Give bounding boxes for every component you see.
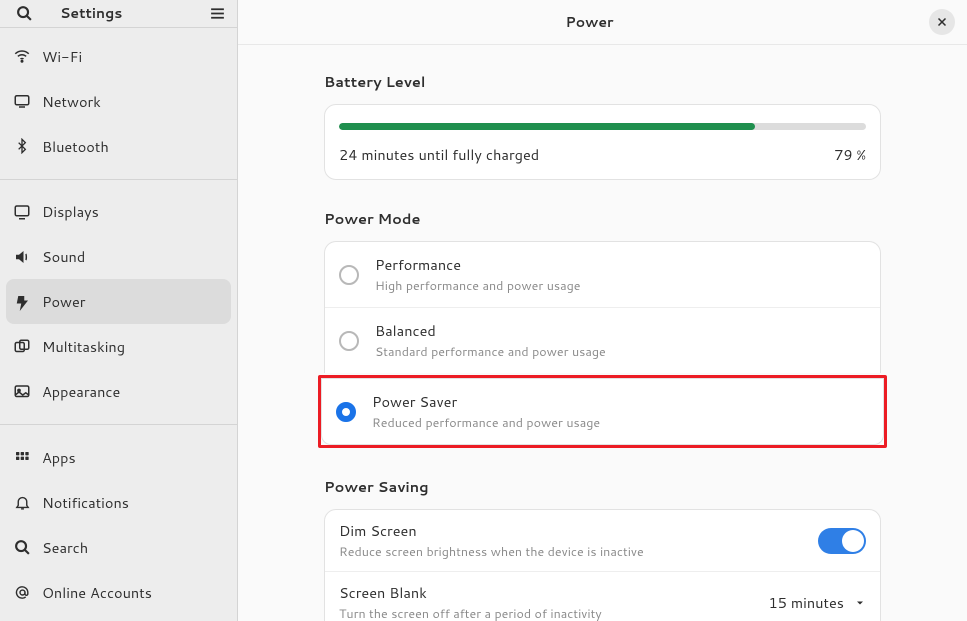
- radio-title: Balanced: [375, 320, 606, 341]
- power-mode-balanced[interactable]: Balanced Standard performance and power …: [325, 308, 880, 373]
- setting-subtitle: Turn the screen off after a period of in…: [339, 605, 768, 621]
- sidebar-item-displays[interactable]: Displays: [0, 189, 237, 234]
- nav-label: Search: [42, 537, 88, 558]
- sidebar-item-apps[interactable]: Apps: [0, 435, 237, 480]
- nav-separator: [0, 179, 237, 180]
- power-saving-section-title: Power Saving: [324, 476, 881, 497]
- sidebar-item-notifications[interactable]: Notifications: [0, 480, 237, 525]
- sidebar-item-multitasking[interactable]: Multitasking: [0, 324, 237, 369]
- nav-label: Displays: [42, 201, 99, 222]
- sidebar-item-power[interactable]: Power: [6, 279, 231, 324]
- sidebar-title: Settings: [60, 3, 205, 23]
- search-nav-icon: [12, 538, 32, 558]
- battery-status-text: 24 minutes until fully charged: [339, 144, 539, 165]
- nav-label: Apps: [42, 447, 76, 468]
- at-icon: [12, 583, 32, 603]
- chevron-down-icon: [854, 597, 866, 609]
- sidebar-item-wifi[interactable]: Wi-Fi: [0, 34, 237, 79]
- apps-icon: [12, 448, 32, 468]
- sidebar-header: Settings: [0, 0, 237, 28]
- sidebar-item-online-accounts[interactable]: Online Accounts: [0, 570, 237, 615]
- nav-label: Appearance: [42, 381, 120, 402]
- battery-progress: [339, 123, 866, 130]
- nav-label: Network: [42, 91, 101, 112]
- network-icon: [12, 91, 32, 111]
- search-icon[interactable]: [12, 1, 36, 25]
- dropdown-value: 15 minutes: [768, 592, 844, 613]
- setting-title: Dim Screen: [339, 520, 818, 541]
- wifi-icon: [12, 46, 32, 66]
- nav-separator: [0, 424, 237, 425]
- content-body: Battery Level 24 minutes until fully cha…: [238, 45, 967, 621]
- screen-blank-row[interactable]: Screen Blank Turn the screen off after a…: [325, 572, 880, 621]
- notifications-icon: [12, 493, 32, 513]
- nav-label: Notifications: [42, 492, 129, 513]
- power-mode-power-saver[interactable]: Power Saver Reduced performance and powe…: [322, 379, 883, 444]
- dim-screen-toggle[interactable]: [818, 528, 866, 554]
- screen-blank-dropdown[interactable]: 15 minutes: [768, 592, 866, 613]
- radio-subtitle: Reduced performance and power usage: [372, 414, 600, 432]
- sidebar: Settings Wi-Fi Network Bluetooth Display…: [0, 0, 238, 621]
- displays-icon: [12, 202, 32, 222]
- radio-icon: [339, 331, 359, 351]
- page-title: Power: [250, 12, 929, 32]
- content-header: Power: [238, 0, 967, 45]
- hamburger-icon[interactable]: [205, 1, 229, 25]
- sidebar-item-bluetooth[interactable]: Bluetooth: [0, 124, 237, 169]
- close-button[interactable]: [929, 9, 955, 35]
- nav-label: Online Accounts: [42, 582, 152, 603]
- sidebar-item-appearance[interactable]: Appearance: [0, 369, 237, 414]
- radio-title: Power Saver: [372, 391, 600, 412]
- power-mode-section-title: Power Mode: [324, 208, 881, 229]
- power-icon: [12, 292, 32, 312]
- power-saving-card: Dim Screen Reduce screen brightness when…: [324, 509, 881, 621]
- radio-icon: [339, 265, 359, 285]
- sidebar-item-search[interactable]: Search: [0, 525, 237, 570]
- radio-subtitle: High performance and power usage: [375, 277, 581, 295]
- nav-list-2: Displays Sound Power Multitasking Appear…: [0, 183, 237, 420]
- radio-icon: [336, 402, 356, 422]
- power-mode-performance[interactable]: Performance High performance and power u…: [325, 242, 880, 308]
- battery-percent-text: 79 %: [834, 144, 866, 165]
- nav-list-3: Apps Notifications Search Online Account…: [0, 429, 237, 621]
- radio-title: Performance: [375, 254, 581, 275]
- nav-label: Sound: [42, 246, 85, 267]
- setting-title: Screen Blank: [339, 582, 768, 603]
- setting-subtitle: Reduce screen brightness when the device…: [339, 543, 818, 561]
- nav-label: Bluetooth: [42, 136, 109, 157]
- nav-label: Power: [42, 291, 85, 312]
- dim-screen-row[interactable]: Dim Screen Reduce screen brightness when…: [325, 510, 880, 572]
- power-mode-card: Performance High performance and power u…: [324, 241, 881, 373]
- battery-card: 24 minutes until fully charged 79 %: [324, 104, 881, 180]
- nav-label: Wi-Fi: [42, 46, 82, 67]
- radio-subtitle: Standard performance and power usage: [375, 343, 606, 361]
- content: Power Battery Level 24 minutes until ful…: [238, 0, 967, 621]
- power-mode-card-selected: Power Saver Reduced performance and powe…: [321, 378, 884, 445]
- sidebar-item-network[interactable]: Network: [0, 79, 237, 124]
- battery-progress-fill: [339, 123, 755, 130]
- multitasking-icon: [12, 337, 32, 357]
- appearance-icon: [12, 382, 32, 402]
- battery-section-title: Battery Level: [324, 71, 881, 92]
- nav-list: Wi-Fi Network Bluetooth: [0, 28, 237, 175]
- sound-icon: [12, 247, 32, 267]
- nav-label: Multitasking: [42, 336, 125, 357]
- sidebar-item-sound[interactable]: Sound: [0, 234, 237, 279]
- bluetooth-icon: [12, 136, 32, 156]
- highlighted-selection: Power Saver Reduced performance and powe…: [318, 375, 887, 448]
- battery-info-row: 24 minutes until fully charged 79 %: [339, 144, 866, 165]
